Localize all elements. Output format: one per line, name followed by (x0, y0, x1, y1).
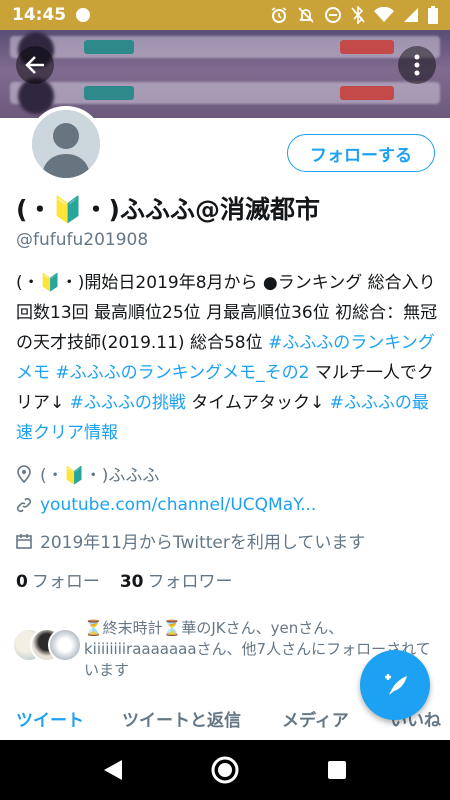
location-pin-icon (17, 464, 31, 483)
notification-dot-icon (76, 8, 91, 22)
follow-button[interactable]: フォローする (287, 134, 435, 172)
status-bar: 14:45 (0, 0, 450, 30)
nav-back-button[interactable] (97, 754, 129, 786)
joined-text: 2019年11月からTwitterを利用しています (40, 533, 366, 553)
following-link[interactable]: 0 フォロー (16, 567, 100, 592)
default-avatar-icon (32, 110, 100, 178)
compose-tweet-button[interactable] (360, 650, 430, 720)
profile-bio: (・🔰・)開始日2019年8月から ●ランキング 総合入り回数13回 最高順位2… (16, 268, 440, 448)
followers-count: 30 (119, 572, 144, 592)
followed-by-avatars (12, 628, 82, 664)
banner-label (84, 40, 134, 54)
do-not-disturb-icon (325, 7, 341, 23)
location-row: (・🔰・)ふふふ (16, 461, 159, 486)
back-button[interactable] (16, 46, 54, 84)
wifi-icon (374, 7, 394, 22)
follow-counts: 0 フォロー 30 フォロワー (16, 567, 233, 592)
tab-tweets[interactable]: ツイート (16, 706, 84, 731)
nav-home-button[interactable] (209, 754, 241, 786)
followers-link[interactable]: 30 フォロワー (120, 567, 233, 592)
following-label: フォロー (31, 572, 100, 592)
battery-icon (428, 6, 438, 24)
nav-recents-icon (328, 761, 346, 779)
profile-banner[interactable] (0, 30, 450, 118)
tab-media[interactable]: メディア (282, 706, 349, 731)
system-nav-bar (0, 740, 450, 800)
followers-label: フォロワー (147, 572, 233, 592)
nav-home-icon (211, 756, 239, 784)
notifications-off-icon (298, 7, 314, 23)
nav-recents-button[interactable] (321, 754, 353, 786)
tab-tweets-and-replies[interactable]: ツイートと返信 (122, 706, 241, 731)
joined-row: 2019年11月からTwitterを利用しています (16, 528, 365, 553)
banner-label (84, 86, 134, 100)
website-link[interactable]: youtube.com/channel/UCQMaY... (40, 495, 316, 515)
banner-label (340, 86, 394, 100)
banner-label (340, 40, 394, 54)
avatar (48, 628, 82, 662)
alarm-icon (271, 7, 287, 23)
nav-back-icon (104, 760, 122, 780)
bio-hashtag-link[interactable]: #ふふふの挑戦 (70, 393, 186, 413)
arrow-left-icon (25, 56, 44, 74)
bluetooth-off-icon (351, 6, 365, 24)
signal-icon (404, 8, 418, 22)
following-count: 0 (16, 572, 28, 592)
status-icons (270, 6, 438, 24)
profile-avatar[interactable] (28, 106, 104, 182)
website-row[interactable]: youtube.com/channel/UCQMaY... (16, 495, 316, 515)
more-vertical-icon (414, 54, 420, 76)
bio-hashtag-link[interactable]: #ふふふのランキングメモ_その2 (55, 363, 309, 383)
more-options-button[interactable] (398, 46, 436, 84)
link-icon (16, 497, 32, 513)
bio-text: タイムアタック↓ (185, 393, 330, 413)
location-text: (・🔰・)ふふふ (40, 466, 160, 486)
status-time: 14:45 (12, 5, 67, 25)
display-name: (・🔰・)ふふふ@消滅都市 (16, 195, 320, 224)
compose-tweet-icon (385, 674, 407, 695)
user-handle: @fufufu201908 (16, 230, 149, 250)
calendar-icon (16, 533, 32, 549)
